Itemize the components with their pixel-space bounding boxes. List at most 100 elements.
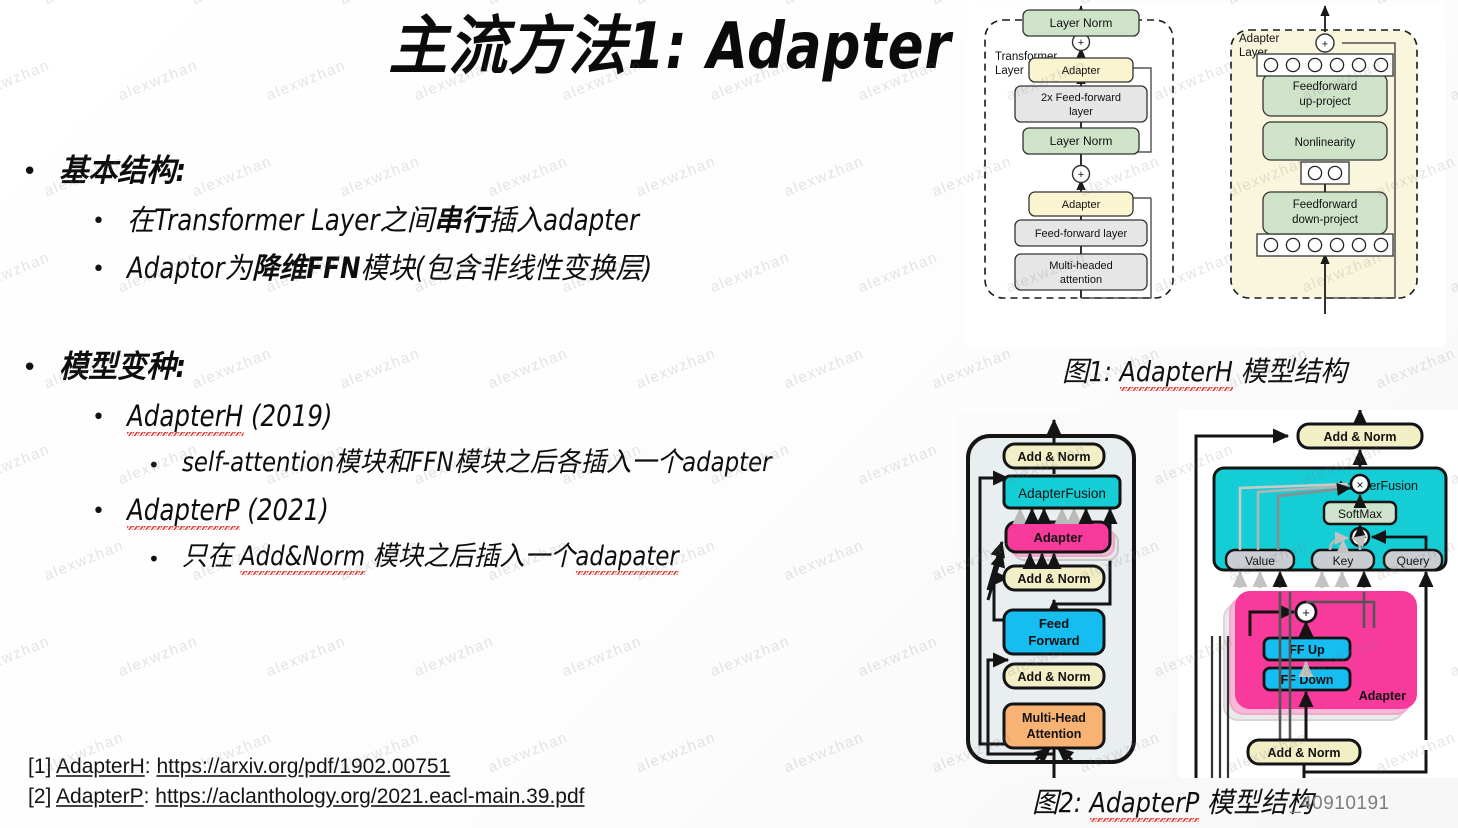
misspelled-word: AdapterP [127,493,240,530]
bullet-label: self-attention模块和FFN模块之后各插入一个adapter [182,447,772,478]
caption-suffix: 模型结构 [1232,355,1347,388]
watermark-text: alexwzhan [338,0,423,8]
bullet-dot-icon: • [92,405,105,430]
bullet-dot-icon: • [22,157,38,187]
reference-label: AdapterH [56,755,145,778]
variant-year: (2019) [243,399,333,433]
svg-text:Forward: Forward [1028,633,1079,648]
watermark-text: alexwzhan [855,632,941,681]
svg-text:×: × [1356,478,1363,492]
svg-text:Feed: Feed [1039,616,1069,631]
bullet-model-variants: • 模型变种: [0,346,950,388]
bullet-dot-icon: • [22,353,38,383]
bullet-transformer-insert: • 在Transformer Layer之间串行插入adapter [0,198,950,242]
svg-text:Key: Key [1333,554,1354,568]
watermark-text: alexwzhan [559,632,645,681]
svg-text:Multi-Head: Multi-Head [1022,711,1086,725]
svg-text:Attention: Attention [1027,727,1082,741]
plain-text: 插入adapter [488,203,640,237]
watermark-text: alexwzhan [634,0,719,8]
svg-text:Adapter: Adapter [1062,65,1101,77]
figure1-caption: 图1: AdapterH 模型结构 [1062,350,1347,391]
bullet-label: 模型变种: [59,349,187,385]
watermark-text: alexwzhan [263,632,349,681]
watermark-text: alexwzhan [1447,248,1458,297]
svg-text:Add & Norm: Add & Norm [1324,430,1397,444]
svg-text:+: + [1078,37,1084,49]
bullet-adapterh: • AdapterH (2019) [0,394,950,438]
svg-text:AdapterFusion: AdapterFusion [1337,479,1418,493]
bullet-dot-icon: • [148,453,160,477]
svg-text:Nonlinearity: Nonlinearity [1295,137,1356,149]
figure-adapterh-image: Transformer Layer Multi-headed attention [965,2,1445,347]
watermark-text: alexwzhan [1447,56,1458,105]
svg-text:SoftMax: SoftMax [1338,507,1382,521]
bullet-dot-icon: • [92,209,105,234]
reference-item: [2] AdapterP: https://aclanthology.org/2… [28,782,585,812]
reference-sep: : [144,755,157,778]
misspelled-word: Add&Norm [240,541,366,575]
svg-text:Query: Query [1397,554,1430,568]
watermark-text: alexwzhan [42,0,127,8]
svg-text:AdapterFusion: AdapterFusion [1018,486,1106,501]
svg-text:Layer Norm: Layer Norm [1050,134,1113,148]
watermark-text: alexwzhan [411,632,497,681]
bullet-dot-icon: • [92,499,105,524]
svg-text:Feedforward: Feedforward [1293,81,1358,93]
watermark-text: alexwzhan [633,728,719,777]
misspelled-word: AdapterH [1119,355,1233,391]
svg-text:Layer Norm: Layer Norm [1050,16,1113,30]
plain-text: 在Transformer Layer之间 [127,203,434,237]
svg-text:+: + [1078,169,1084,181]
plain-text: Adaptor为 [127,251,252,285]
bullet-label: AdapterH (2019) [127,394,333,438]
bullet-dot-icon: • [148,547,160,571]
detail-post: 模块之后插入一个 [365,541,576,572]
caption-prefix: 图1: [1062,355,1120,388]
watermark-text: alexwzhan [707,632,793,681]
watermark-text: alexwzhan [486,0,571,8]
figure2-caption: 图2: AdapterP 模型结构 [1032,781,1313,822]
bullet-label: Adaptor为降维FFN模块(包含非线性变换层) [127,246,652,290]
svg-text:2x Feed-forward: 2x Feed-forward [1041,92,1121,104]
bullet-basic-structure: • 基本结构: [0,150,950,192]
watermark-text: alexwzhan [263,56,349,105]
watermark-text: alexwzhan [115,56,201,105]
misspelled-word: adapater [575,541,679,575]
svg-text:Feedforward: Feedforward [1293,199,1358,211]
reference-sep: : [143,785,156,808]
emphasis-text: 串行 [433,203,489,237]
figure-adapterp-left-image: Multi-Head Attention Add & Norm Feed For… [958,414,1172,778]
bullet-label: AdapterP (2021) [127,488,329,532]
bullet-label: 只在 Add&Norm 模块之后插入一个adapater [182,536,679,578]
reference-label: AdapterP [56,785,144,808]
reference-url[interactable]: https://aclanthology.org/2021.eacl-main.… [155,785,584,808]
emphasis-text: 降维FFN [251,251,361,285]
misspelled-word: AdapterH [127,399,244,436]
svg-text:attention: attention [1060,274,1102,286]
bullet-adaptor-ffn: • Adaptor为降维FFN模块(包含非线性变换层) [0,246,950,290]
reference-url[interactable]: https://arxiv.org/pdf/1902.00751 [156,755,450,778]
caption-prefix: 图2: [1032,786,1090,819]
svg-text:FF Down: FF Down [1281,673,1334,687]
variant-year: (2021) [239,493,329,527]
watermark-text: alexwzhan [115,632,201,681]
misspelled-word: AdapterP [1089,786,1200,822]
svg-text:Feed-forward layer: Feed-forward layer [1035,228,1128,240]
references-list: [1] AdapterH: https://arxiv.org/pdf/1902… [28,752,585,812]
svg-text:FF Up: FF Up [1289,643,1325,657]
svg-text:Add & Norm: Add & Norm [1018,450,1091,464]
slide-body: • 基本结构: • 在Transformer Layer之间串行插入adapte… [0,150,950,582]
svg-text:+: + [1322,39,1328,51]
bullet-label: 在Transformer Layer之间串行插入adapter [127,198,639,242]
watermark-text: alexwzhan [0,56,53,105]
svg-text:Add & Norm: Add & Norm [1018,670,1091,684]
svg-text:Adapter: Adapter [1062,199,1101,211]
bullet-adapterp-detail: • 只在 Add&Norm 模块之后插入一个adapater [0,536,950,578]
reference-marker: [1] [28,755,52,778]
watermark-text: alexwzhan [781,728,867,777]
svg-text:Adapter: Adapter [1033,530,1082,545]
reference-marker: [2] [28,785,52,808]
detail-pre: 只在 [182,541,241,572]
